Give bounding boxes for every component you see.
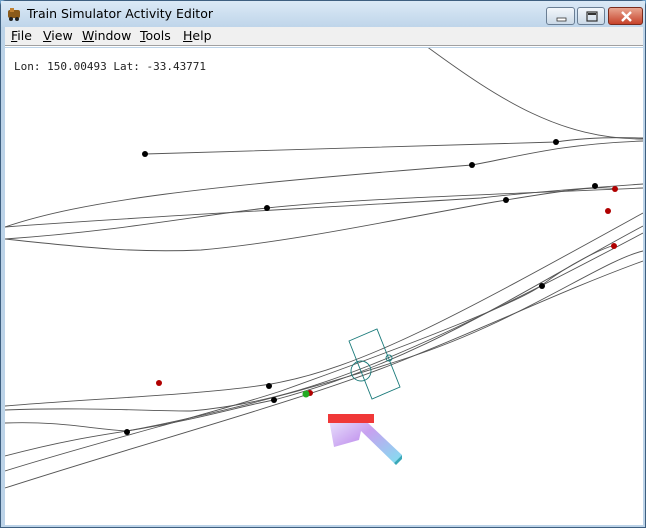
track-line bbox=[5, 232, 643, 412]
junction-node bbox=[469, 162, 475, 168]
menu-file[interactable]: File bbox=[11, 28, 32, 43]
maximize-icon bbox=[586, 11, 598, 22]
junction-node bbox=[271, 397, 277, 403]
menu-tools[interactable]: Tools bbox=[140, 28, 171, 43]
track-line bbox=[5, 183, 643, 228]
track-line bbox=[5, 187, 616, 252]
track-line bbox=[5, 260, 643, 489]
start-marker[interactable] bbox=[302, 390, 310, 398]
track-line bbox=[5, 225, 643, 432]
junction-node bbox=[592, 183, 598, 189]
junction-node bbox=[142, 151, 148, 157]
track-line bbox=[5, 140, 643, 228]
signal-marker bbox=[611, 243, 617, 249]
menu-separator bbox=[5, 45, 643, 47]
track-line bbox=[144, 137, 643, 155]
junction-node bbox=[124, 429, 130, 435]
minimize-icon bbox=[556, 17, 567, 22]
direction-arrow-icon bbox=[328, 414, 402, 465]
menu-bar: File View Window Tools Help bbox=[5, 27, 643, 45]
title-bar[interactable]: Train Simulator Activity Editor bbox=[1, 1, 645, 27]
signal-marker bbox=[156, 380, 162, 386]
track-layout[interactable] bbox=[5, 48, 643, 525]
close-button[interactable] bbox=[608, 7, 643, 25]
menu-window[interactable]: Window bbox=[82, 28, 131, 43]
junction-node bbox=[539, 283, 545, 289]
train-app-icon bbox=[8, 8, 20, 21]
track-line bbox=[5, 250, 643, 457]
track-lines bbox=[5, 48, 643, 489]
signal-marker bbox=[612, 186, 618, 192]
close-icon bbox=[621, 11, 632, 22]
window-title: Train Simulator Activity Editor bbox=[27, 6, 213, 21]
menu-help[interactable]: Help bbox=[183, 28, 212, 43]
signal-marker bbox=[605, 208, 611, 214]
minimize-button[interactable] bbox=[546, 7, 575, 25]
track-map-canvas[interactable]: Lon: 150.00493 Lat: -33.43771 bbox=[5, 48, 643, 525]
track-line bbox=[427, 48, 643, 140]
app-window: Train Simulator Activity Editor File Vie… bbox=[0, 0, 646, 528]
junction-node bbox=[503, 197, 509, 203]
junction-node bbox=[264, 205, 270, 211]
junction-nodes bbox=[124, 139, 598, 435]
maximize-button[interactable] bbox=[577, 7, 605, 25]
junction-node bbox=[553, 139, 559, 145]
coordinates-readout: Lon: 150.00493 Lat: -33.43771 bbox=[14, 60, 207, 73]
junction-node bbox=[266, 383, 272, 389]
menu-view[interactable]: View bbox=[43, 28, 73, 43]
track-line bbox=[5, 212, 643, 407]
track-line bbox=[5, 187, 643, 240]
